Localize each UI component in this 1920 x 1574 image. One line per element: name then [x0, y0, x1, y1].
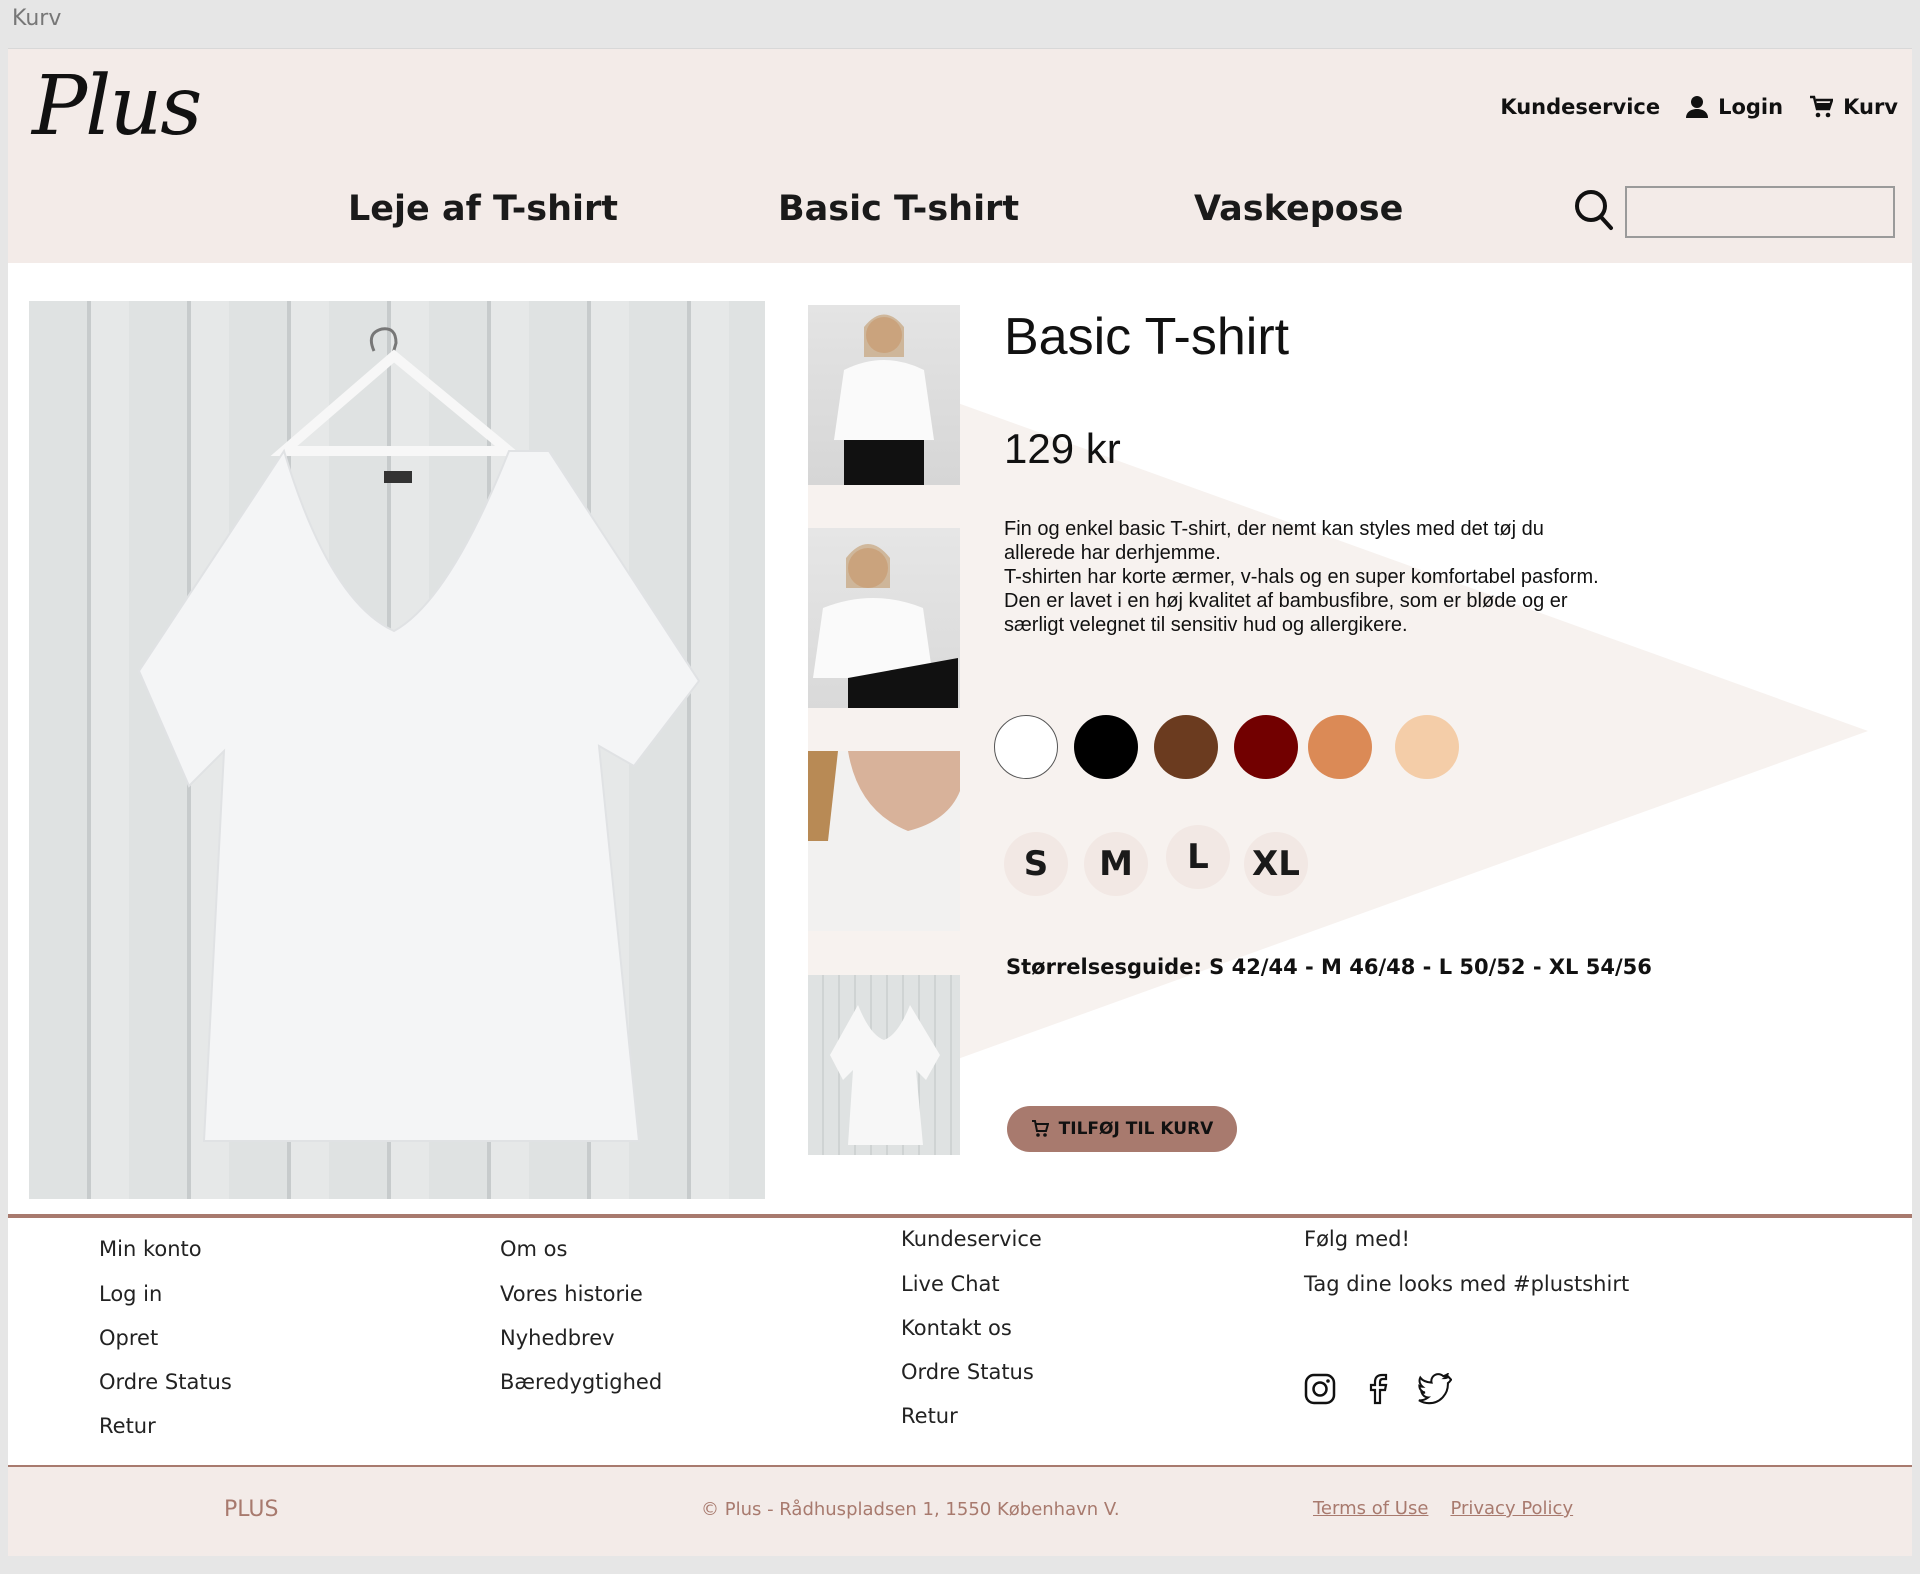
footer-link[interactable]: Bæredygtighed — [500, 1370, 662, 1394]
top-links: Kundeservice Login Kurv — [1500, 95, 1898, 119]
thumbnail-neckline[interactable] — [808, 751, 960, 931]
instagram-icon[interactable] — [1304, 1373, 1336, 1405]
color-swatch-peach[interactable] — [1395, 715, 1459, 779]
footer-link[interactable]: Log in — [99, 1282, 232, 1306]
footer-brand: PLUS — [224, 1497, 279, 1522]
color-swatch-white[interactable] — [994, 715, 1058, 779]
twitter-icon[interactable] — [1418, 1373, 1452, 1405]
cart-link[interactable]: Kurv — [1809, 95, 1898, 119]
cart-label: Kurv — [1843, 95, 1898, 119]
model-image-icon — [813, 544, 958, 708]
cart-icon — [1031, 1120, 1049, 1137]
neckline-image-icon — [808, 751, 960, 841]
color-swatch-dark-red[interactable] — [1234, 715, 1298, 779]
footer-heading: Følg med! — [1304, 1227, 1410, 1251]
user-icon — [1686, 96, 1709, 118]
footer-link[interactable]: Live Chat — [901, 1272, 1042, 1296]
facebook-icon[interactable] — [1364, 1373, 1390, 1405]
legal-links: Terms of Use Privacy Policy — [1313, 1498, 1573, 1519]
product-price: 129 kr — [1004, 425, 1121, 472]
footer-link[interactable]: Ordre Status — [99, 1370, 232, 1394]
product-page: Plus Kundeservice Login Kurv Leje af T-s… — [8, 48, 1912, 1556]
thumbnail-sitting[interactable] — [808, 528, 960, 708]
login-label: Login — [1718, 95, 1784, 119]
customer-service-link[interactable]: Kundeservice — [1500, 95, 1660, 119]
copyright-text: © Plus - Rådhuspladsen 1, 1550 København… — [701, 1499, 1120, 1520]
product-description: Fin og enkel basic T-shirt, der nemt kan… — [1004, 517, 1604, 637]
footer-divider — [8, 1214, 1912, 1218]
description-paragraph: T-shirten har korte ærmer, v-hals og en … — [1004, 566, 1599, 636]
footer-link[interactable]: Retur — [99, 1414, 232, 1438]
tshirt-image-icon — [137, 327, 701, 1142]
login-link[interactable]: Login — [1686, 95, 1783, 119]
nav-item-basic-tshirt[interactable]: Basic T-shirt — [778, 189, 1019, 229]
add-to-cart-label: TILFØJ TIL KURV — [1058, 1119, 1214, 1139]
bottom-bar: PLUS © Plus - Rådhuspladsen 1, 1550 Købe… — [8, 1467, 1912, 1556]
size-button[interactable]: M — [1084, 832, 1148, 896]
model-image-icon — [834, 314, 934, 485]
color-swatch-brown[interactable] — [1154, 715, 1218, 779]
footer-link[interactable]: Opret — [99, 1326, 232, 1350]
site-logo[interactable]: Plus — [32, 59, 202, 154]
description-paragraph: Fin og enkel basic T-shirt, der nemt kan… — [1004, 518, 1544, 564]
window-title: Kurv — [12, 6, 62, 31]
footer-heading: Min konto — [99, 1237, 202, 1261]
footer-column-follow: Følg med! Tag dine looks med #plustshirt — [1304, 1227, 1629, 1316]
terms-link[interactable]: Terms of Use — [1313, 1498, 1428, 1519]
size-button[interactable]: L — [1166, 825, 1230, 889]
search-icon[interactable] — [1573, 187, 1615, 233]
nav-item-laundry-bag[interactable]: Vaskepose — [1194, 189, 1403, 229]
social-icons — [1304, 1373, 1452, 1405]
thumbnail-hanger[interactable] — [808, 975, 960, 1155]
footer-heading: Kundeservice — [901, 1227, 1042, 1251]
cart-icon — [1810, 95, 1834, 118]
footer-column-service: Kundeservice Live Chat Kontakt os Ordre … — [901, 1227, 1042, 1448]
product-title: Basic T-shirt — [1004, 308, 1290, 366]
site-header: Plus Kundeservice Login Kurv Leje af T-s… — [8, 49, 1912, 263]
add-to-cart-button[interactable]: TILFØJ TIL KURV — [1007, 1106, 1237, 1152]
privacy-link[interactable]: Privacy Policy — [1450, 1498, 1573, 1519]
footer-column-account: Min konto Log in Opret Ordre Status Retu… — [99, 1237, 232, 1458]
search-input[interactable] — [1625, 186, 1895, 238]
size-button[interactable]: XL — [1244, 832, 1308, 896]
main-product-image — [29, 301, 765, 1199]
footer-heading: Om os — [500, 1237, 568, 1261]
footer-link[interactable]: Nyhedbrev — [500, 1326, 662, 1350]
footer-text: Tag dine looks med #plustshirt — [1304, 1272, 1630, 1296]
tshirt-image-icon — [830, 1005, 940, 1145]
footer-link[interactable]: Vores historie — [500, 1282, 662, 1306]
size-guide: Størrelsesguide: S 42/44 - M 46/48 - L 5… — [1006, 955, 1652, 979]
thumbnail-front[interactable] — [808, 305, 960, 485]
size-button[interactable]: S — [1004, 832, 1068, 896]
footer-link[interactable]: Kontakt os — [901, 1316, 1042, 1340]
footer-column-about: Om os Vores historie Nyhedbrev Bæredygti… — [500, 1237, 662, 1414]
color-swatch-black[interactable] — [1074, 715, 1138, 779]
footer-link[interactable]: Ordre Status — [901, 1360, 1042, 1384]
color-swatch-orange[interactable] — [1308, 715, 1372, 779]
customer-service-label: Kundeservice — [1500, 95, 1661, 119]
footer-link[interactable]: Retur — [901, 1404, 1042, 1428]
nav-item-rental[interactable]: Leje af T-shirt — [348, 189, 618, 229]
